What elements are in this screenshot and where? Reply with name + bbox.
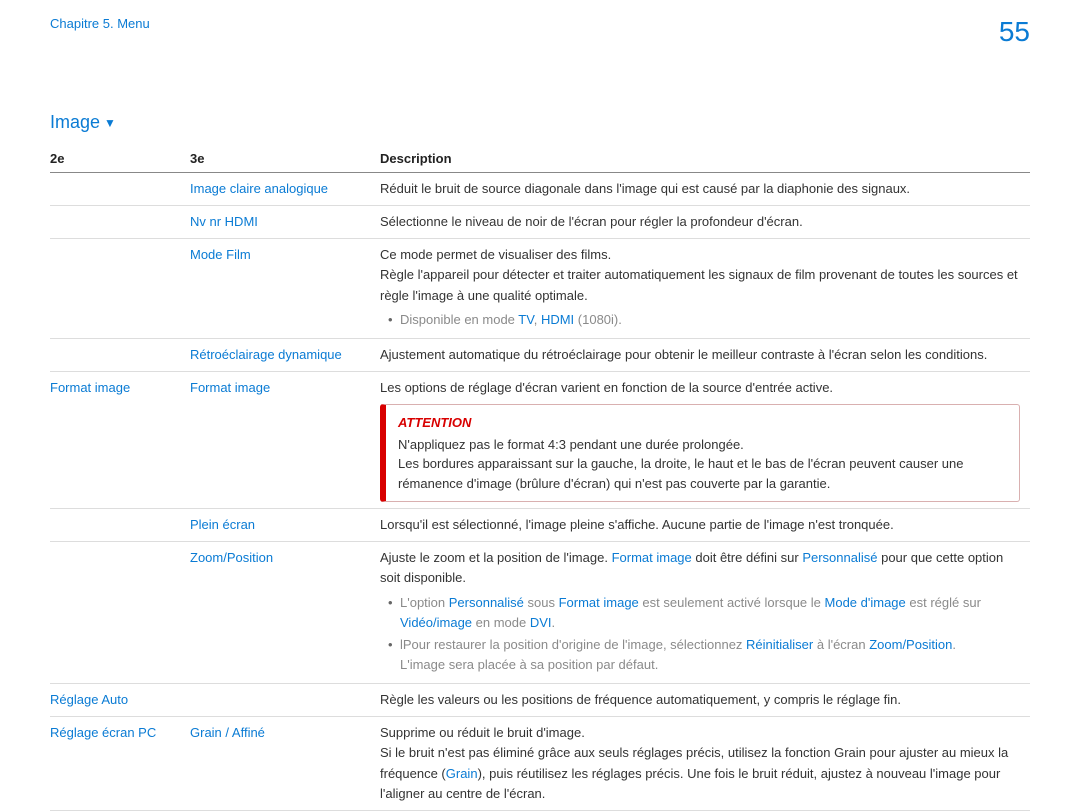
menu-item: Réglage écran PC — [50, 725, 156, 740]
table-row: Image claire analogique Réduit le bruit … — [50, 173, 1030, 206]
menu-item: Format image — [190, 380, 270, 395]
section-title: Image ▼ — [50, 112, 1030, 133]
description: Supprime ou réduit le bruit d'image. Si … — [380, 717, 1030, 811]
menu-item: Réglage Auto — [50, 692, 128, 707]
menu-item: Grain / Affiné — [190, 725, 265, 740]
menu-item: Mode Film — [190, 247, 251, 262]
page-number: 55 — [999, 16, 1030, 48]
description: Ajuste le zoom et la position de l'image… — [380, 542, 1030, 684]
attention-line: Les bordures apparaissant sur la gauche,… — [398, 454, 1007, 493]
menu-item: Image claire analogique — [190, 181, 328, 196]
menu-item: Format image — [50, 380, 130, 395]
menu-item: Nv nr HDMI — [190, 214, 258, 229]
desc-line: Les options de réglage d'écran varient e… — [380, 378, 1020, 398]
table-row: Zoom/Position Ajuste le zoom et la posit… — [50, 542, 1030, 684]
chapter-label: Chapitre 5. Menu — [50, 16, 150, 31]
attention-title: ATTENTION — [398, 413, 1007, 433]
description: Les options de réglage d'écran varient e… — [380, 371, 1030, 508]
bullet-item: L'option Personnalisé sous Format image … — [392, 593, 1020, 633]
description: Ce mode permet de visualiser des films. … — [380, 239, 1030, 339]
table-row: Mode Film Ce mode permet de visualiser d… — [50, 239, 1030, 339]
table-row: Plein écran Lorsqu'il est sélectionné, l… — [50, 509, 1030, 542]
table-row: Rétroéclairage dynamique Ajustement auto… — [50, 338, 1030, 371]
section-title-text: Image — [50, 112, 100, 133]
desc-line: Si le bruit n'est pas éliminé grâce aux … — [380, 743, 1020, 803]
chevron-down-icon: ▼ — [104, 116, 116, 130]
attention-line: N'appliquez pas le format 4:3 pendant un… — [398, 435, 1007, 455]
attention-box: ATTENTION N'appliquez pas le format 4:3 … — [380, 404, 1020, 502]
description: Règle les valeurs ou les positions de fr… — [380, 684, 1030, 717]
desc-line: Supprime ou réduit le bruit d'image. — [380, 723, 1020, 743]
header-col-desc: Description — [380, 145, 1030, 173]
description: Réduit le bruit de source diagonale dans… — [380, 173, 1030, 206]
bullet-item: lPour restaurer la position d'origine de… — [392, 635, 1020, 675]
desc-line: Ajuste le zoom et la position de l'image… — [380, 548, 1020, 588]
menu-item: Plein écran — [190, 517, 255, 532]
menu-item: Zoom/Position — [190, 550, 273, 565]
menu-item: Rétroéclairage dynamique — [190, 347, 342, 362]
description: Sélectionne le niveau de noir de l'écran… — [380, 206, 1030, 239]
header-col-3e: 3e — [190, 145, 380, 173]
description: Lorsqu'il est sélectionné, l'image plein… — [380, 509, 1030, 542]
desc-line: Ce mode permet de visualiser des films. — [380, 245, 1020, 265]
menu-table: 2e 3e Description Image claire analogiqu… — [50, 145, 1030, 811]
header-col-2e: 2e — [50, 145, 190, 173]
table-row: Format image Format image Les options de… — [50, 371, 1030, 508]
table-row: Nv nr HDMI Sélectionne le niveau de noir… — [50, 206, 1030, 239]
table-row: Réglage écran PC Grain / Affiné Supprime… — [50, 717, 1030, 811]
table-row: Réglage Auto Règle les valeurs ou les po… — [50, 684, 1030, 717]
desc-line: Règle l'appareil pour détecter et traite… — [380, 265, 1020, 305]
description: Ajustement automatique du rétroéclairage… — [380, 338, 1030, 371]
bullet-item: Disponible en mode TV, HDMI (1080i). — [392, 310, 1020, 330]
